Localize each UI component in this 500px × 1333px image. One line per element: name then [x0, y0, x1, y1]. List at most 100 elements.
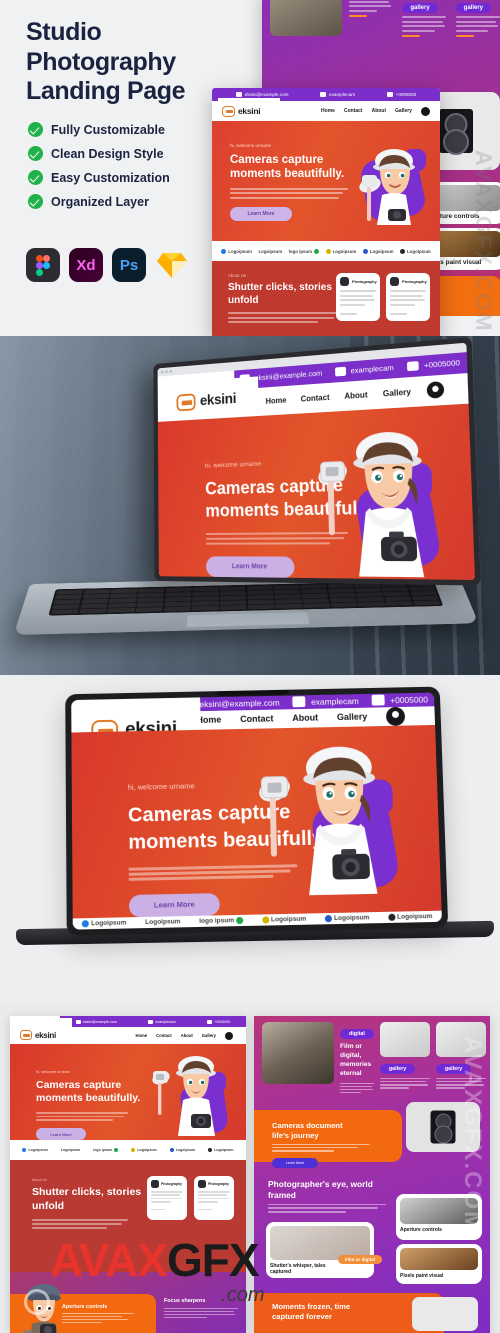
- about-card[interactable]: Photography: [147, 1176, 187, 1220]
- card-caption-1: Shutter's whisper, tales: [270, 1263, 326, 1269]
- nav-contact[interactable]: Contact: [344, 108, 363, 114]
- nav-home[interactable]: Home: [135, 1033, 147, 1038]
- about-section: About Us Shutter clicks, stories unfold …: [10, 1160, 246, 1272]
- about-heading-2: unfold: [228, 294, 259, 306]
- nav-contact[interactable]: Contact: [156, 1033, 172, 1038]
- contact-email: eksini@example.com: [82, 1019, 117, 1024]
- promo-header-section: gallery gallery Cameras document life's …: [0, 0, 500, 336]
- partner-logo: Logoipsum: [214, 1148, 234, 1152]
- partner-logo: logo ipsum: [199, 916, 235, 925]
- nav-contact[interactable]: Contact: [240, 714, 273, 725]
- window-dot[interactable]: [160, 370, 164, 374]
- partner-logo: Logoipsum: [91, 919, 127, 927]
- photographer-illustration: [244, 736, 414, 909]
- framed-card-pixels[interactable]: Pixels paint visual: [396, 1244, 482, 1284]
- framed-card-shutter[interactable]: Shutter's whisper, tales captured Film o…: [266, 1222, 382, 1278]
- partner-logo: Logoipsum: [332, 248, 357, 254]
- contact-email: eksini@example.com: [254, 368, 323, 383]
- feature-item: Easy Customization: [28, 170, 170, 185]
- feature-item: Organized Layer: [28, 194, 170, 209]
- partner-logo: Logoipsum: [258, 248, 283, 254]
- nav-gallery[interactable]: Gallery: [383, 387, 411, 398]
- nav-about[interactable]: About: [372, 108, 386, 114]
- preview-landing-page: eksini@example.com examplecam +0005000 e…: [212, 88, 440, 336]
- studio-photo: [262, 1022, 334, 1084]
- account-avatar[interactable]: [421, 106, 430, 116]
- hero-paragraph: [36, 1111, 128, 1122]
- laptop-photo-section: eksini@example.com examplecam +0005000 e…: [0, 336, 500, 675]
- nav-about[interactable]: About: [181, 1033, 193, 1038]
- feature-label: Easy Customization: [51, 170, 170, 185]
- browser-window: eksini@example.com examplecam +0005000 e…: [157, 342, 475, 580]
- framed-card-aperture[interactable]: Aperture controls: [396, 1194, 482, 1240]
- framed-heading-2: framed: [268, 1190, 296, 1201]
- hero-cta-button[interactable]: Learn More: [128, 892, 220, 917]
- partner-logo: Logoipsum: [28, 1148, 48, 1152]
- partner-logo: logo ipsum: [93, 1148, 113, 1152]
- focus-column: Focus sharpens: [164, 1298, 238, 1320]
- mail-icon: [75, 1019, 81, 1024]
- document-cta-button[interactable]: Learn More: [272, 1157, 318, 1168]
- promo-title: Studio Photography Landing Page: [26, 18, 241, 107]
- check-circle-icon: [28, 194, 43, 209]
- hero-cta-button[interactable]: Learn More: [205, 556, 295, 578]
- hero-cta-button[interactable]: Learn More: [36, 1128, 86, 1141]
- photographer-illustration: [144, 1050, 234, 1140]
- nav-gallery[interactable]: Gallery: [395, 108, 412, 114]
- gallery-top: digital Film or digital, memories eterna…: [254, 1016, 490, 1095]
- nav-gallery[interactable]: Gallery: [202, 1033, 216, 1038]
- partner-logos: Logoipsum Logoipsum logo ipsum Logoipsum…: [212, 241, 440, 261]
- nav-gallery[interactable]: Gallery: [337, 712, 368, 722]
- account-avatar[interactable]: [225, 1031, 233, 1040]
- phone-icon: [207, 1019, 213, 1024]
- nav-about[interactable]: About: [344, 390, 367, 401]
- camera-logo-icon: [222, 105, 235, 117]
- camera-icon: [340, 277, 349, 286]
- hero-heading-1: Cameras capture: [230, 154, 324, 166]
- about-paragraph: [228, 312, 340, 323]
- card-title: Photography: [161, 1182, 182, 1186]
- partner-logo: Logoipsum: [175, 1148, 196, 1152]
- nav-contact[interactable]: Contact: [301, 393, 330, 404]
- card-title: Photography: [402, 279, 427, 284]
- feature-item: Clean Design Style: [28, 146, 170, 161]
- framed-section: Photographer's eye, world framed: [268, 1179, 386, 1215]
- gallery-column: gallery: [379, 1022, 430, 1095]
- account-avatar[interactable]: [426, 381, 445, 400]
- window-dot[interactable]: [165, 370, 168, 374]
- ps-label: Ps: [119, 256, 139, 274]
- badge-gallery: gallery: [455, 3, 492, 13]
- about-card[interactable]: Photography: [194, 1176, 234, 1220]
- page-previews-section: eksini@example.com examplecam +0005000 e…: [0, 1002, 500, 1333]
- about-card[interactable]: Photography: [386, 273, 430, 321]
- brand-logo[interactable]: eksini: [14, 1018, 72, 1044]
- aperture-title: Aperture controls: [62, 1304, 108, 1310]
- nav-about[interactable]: About: [292, 713, 318, 723]
- title-line-2: Photography: [26, 47, 176, 76]
- watermark-circle: [24, 1289, 50, 1315]
- hero-cta-button[interactable]: Learn More: [230, 206, 292, 221]
- check-circle-icon: [28, 170, 43, 185]
- camera-icon: [151, 1180, 159, 1188]
- camera-icon: [390, 277, 399, 286]
- card-caption-2: captured: [270, 1269, 292, 1276]
- contact-bar: eksini@example.com examplecam +0005000: [60, 1016, 246, 1027]
- partner-logo: Logoipsum: [137, 1148, 157, 1152]
- gallery-text: gallery: [402, 0, 448, 37]
- camera-icon: [198, 1180, 206, 1188]
- hero-paragraph: [230, 187, 348, 199]
- nav-home[interactable]: Home: [266, 396, 287, 406]
- window-dot[interactable]: [169, 369, 173, 373]
- vintage-camera-icon: [439, 109, 473, 153]
- feature-label: Organized Layer: [51, 194, 149, 209]
- about-card[interactable]: Photography: [336, 273, 380, 321]
- main-nav: eksini Home Contact About Gallery: [10, 1018, 246, 1044]
- contact-email: eksini@example.com: [199, 697, 280, 709]
- camera-icon: [334, 367, 346, 377]
- hero-section: hi, welcome urname Cameras capture momen…: [212, 121, 440, 241]
- nav-home[interactable]: Home: [321, 108, 335, 114]
- account-avatar[interactable]: [385, 706, 406, 726]
- badge-gallery: gallery: [379, 1064, 416, 1074]
- hero-section: hi, welcome urname Cameras capture momen…: [157, 403, 475, 580]
- hero-heading-2: moments beautifully.: [36, 1092, 141, 1105]
